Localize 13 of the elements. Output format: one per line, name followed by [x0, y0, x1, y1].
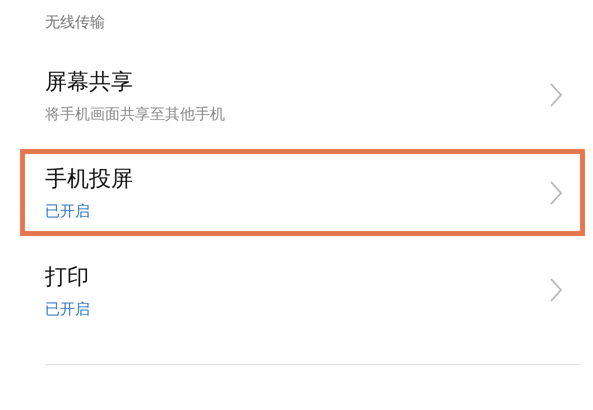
highlighted-settings-row[interactable]: 手机投屏 已开启: [20, 149, 585, 236]
setting-description: 将手机画面共享至其他手机: [45, 104, 226, 124]
chevron-icon: [550, 278, 562, 302]
status-text: 已开启: [45, 300, 91, 318]
setting-title: 打印: [45, 264, 90, 292]
section-header: 无线传输: [44, 12, 106, 33]
status-text: 已开启: [45, 202, 91, 221]
setting-title: 屏幕共享: [45, 68, 134, 96]
settings-row[interactable]: 打印 已开启: [20, 240, 585, 340]
chevron-icon: [550, 180, 562, 204]
settings-row[interactable]: 屏幕共享 将手机画面共享至其他手机: [20, 45, 585, 145]
setting-title: 手机投屏: [45, 166, 134, 194]
chevron-icon: [550, 83, 562, 107]
